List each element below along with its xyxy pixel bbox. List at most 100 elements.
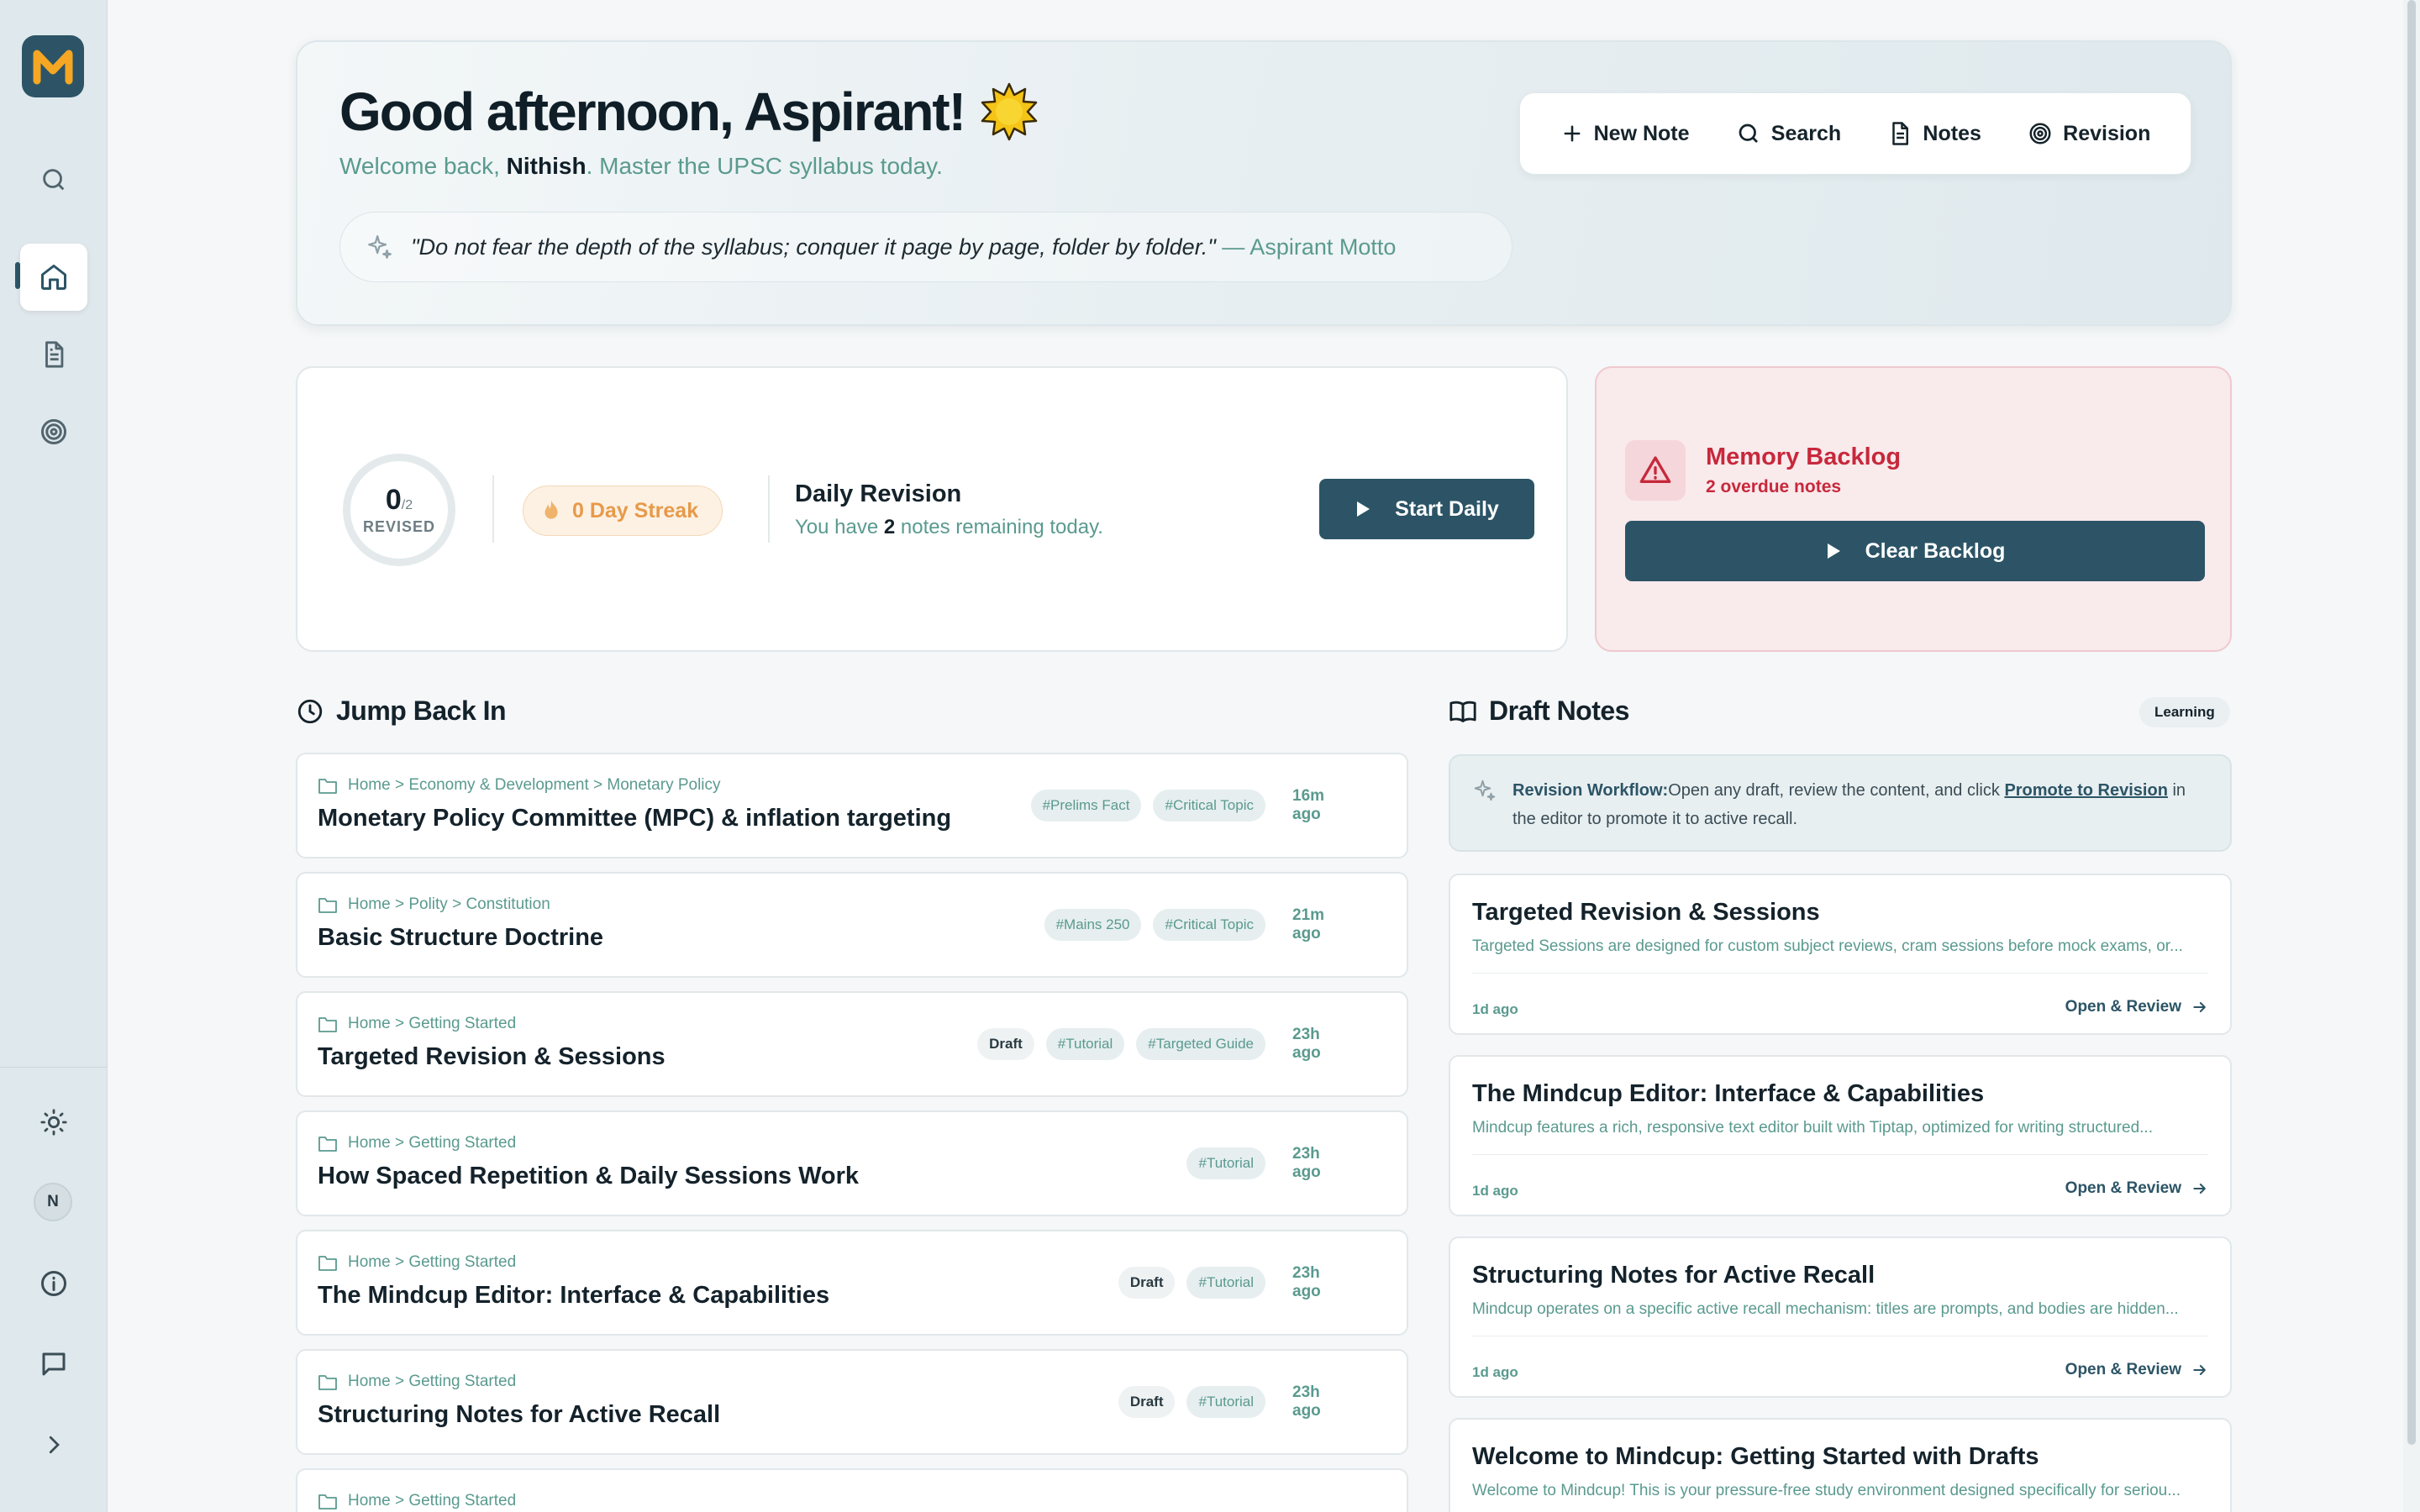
recent-note-row[interactable]: Home > Getting Started Structuring Notes… (296, 1349, 1408, 1455)
tag-chip[interactable]: #Tutorial (1186, 1147, 1265, 1179)
chat-icon (42, 1352, 66, 1376)
sidebar-revision-button[interactable] (20, 398, 87, 465)
tag-chip[interactable]: #Critical Topic (1153, 790, 1265, 822)
new-note-button[interactable]: New Note (1560, 122, 1690, 146)
breadcrumb: Home > Polity > Constitution (318, 895, 550, 914)
quote-attribution: — Aspirant Motto (1222, 234, 1397, 260)
breadcrumb-text: Home > Getting Started (348, 1134, 517, 1152)
tag-chip[interactable]: #Prelims Fact (1030, 790, 1142, 822)
chevron-right-icon (49, 1436, 60, 1454)
target-icon (41, 419, 66, 444)
draft-note-card[interactable]: Structuring Notes for Active Recall Mind… (1449, 1236, 2232, 1398)
user-avatar[interactable]: N (34, 1183, 72, 1221)
folder-icon (318, 1256, 337, 1271)
sun-icon (40, 1109, 67, 1136)
arrow-right-icon (2193, 1184, 2206, 1194)
folder-icon (318, 1494, 337, 1509)
breadcrumb: Home > Getting Started (318, 1134, 516, 1152)
quick-actions: New Note Search Notes Revision (1519, 92, 2191, 175)
expand-sidebar-button[interactable] (20, 1411, 87, 1478)
warning-icon (1639, 456, 1671, 483)
row-meta: Draft #Tutorial #Targeted Guide 23h ago (977, 993, 1351, 1095)
revision-button[interactable]: Revision (2028, 121, 2150, 146)
document-icon (1892, 122, 1909, 145)
page-scrollbar[interactable] (2403, 0, 2420, 1512)
clear-backlog-button[interactable]: Clear Backlog (1625, 521, 2205, 581)
draft-badge: Draft (1118, 1386, 1176, 1418)
note-title: How Spaced Repetition & Daily Sessions W… (318, 1163, 860, 1189)
open-review-button[interactable]: Open & Review (2065, 1179, 2208, 1198)
draft-notes-title: Draft Notes (1489, 696, 1629, 726)
time-ago: 23h ago (1292, 1145, 1321, 1181)
document-icon (45, 341, 64, 368)
revised-count: 0/2 (386, 484, 413, 517)
breadcrumb: Home > Getting Started (318, 1253, 516, 1272)
draft-excerpt: Targeted Sessions are designed for custo… (1472, 937, 2183, 955)
divider (492, 475, 494, 543)
divider (768, 475, 770, 543)
draft-badge: Draft (977, 1028, 1034, 1060)
feedback-button[interactable] (20, 1331, 87, 1398)
motto-quote: "Do not fear the depth of the syllabus; … (339, 212, 1512, 282)
tag-chip[interactable]: #Tutorial (1045, 1028, 1125, 1060)
sub-suffix: notes remaining today. (895, 516, 1103, 538)
tag-chip[interactable]: #Tutorial (1186, 1386, 1265, 1418)
tag-chip[interactable]: #Mains 250 (1044, 909, 1142, 941)
sidebar-notes-button[interactable] (20, 321, 87, 388)
play-icon (1357, 501, 1370, 517)
theme-toggle-button[interactable] (20, 1089, 87, 1156)
draft-note-card[interactable]: The Mindcup Editor: Interface & Capabili… (1449, 1055, 2232, 1216)
plus-icon (1564, 125, 1581, 142)
tag-chip[interactable]: #Critical Topic (1153, 909, 1265, 941)
sidebar-home-button[interactable] (20, 244, 87, 311)
promote-to-revision-link[interactable]: Promote to Revision (2004, 781, 2167, 800)
recent-note-row[interactable]: Home > Getting Started (296, 1468, 1408, 1512)
streak-badge: 0 Day Streak (523, 486, 723, 536)
remaining-count: 2 (883, 516, 896, 538)
daily-revision-card: 0/2 REVISED 0 Day Streak Daily Revision … (296, 366, 1568, 652)
breadcrumb-text: Home > Getting Started (348, 1015, 517, 1032)
jump-back-heading: Jump Back In (296, 696, 507, 727)
recent-note-row[interactable]: Home > Getting Started Targeted Revision… (296, 991, 1408, 1097)
note-title: Targeted Revision & Sessions (318, 1043, 666, 1070)
time-ago: 23h ago (1292, 1264, 1321, 1300)
scrollbar-thumb[interactable] (2407, 0, 2416, 1445)
app-logo[interactable] (22, 35, 84, 97)
tag-chip[interactable]: #Tutorial (1186, 1267, 1265, 1299)
draft-title: Structuring Notes for Active Recall (1472, 1262, 1876, 1289)
folder-icon (318, 1017, 337, 1032)
info-button[interactable] (20, 1250, 87, 1317)
daily-revision-subtitle: You have 2 notes remaining today. (795, 516, 1103, 539)
draft-note-card[interactable]: Welcome to Mindcup: Getting Started with… (1449, 1418, 2232, 1512)
breadcrumb-text: Home > Getting Started (348, 1373, 517, 1390)
draft-note-card[interactable]: Targeted Revision & Sessions Targeted Se… (1449, 874, 2232, 1035)
revised-progress-ring: 0/2 REVISED (343, 454, 455, 566)
sub-prefix: You have (795, 516, 884, 538)
draft-excerpt: Mindcup operates on a specific active re… (1472, 1300, 2179, 1318)
row-meta: #Tutorial 23h ago (1186, 1112, 1351, 1215)
daily-revision-title: Daily Revision (795, 480, 962, 507)
welcome-message: Welcome back, Nithish. Master the UPSC s… (339, 153, 943, 180)
note-title: Monetary Policy Committee (MPC) & inflat… (318, 805, 952, 832)
recent-note-row[interactable]: Home > Polity > Constitution Basic Struc… (296, 872, 1408, 978)
open-review-button[interactable]: Open & Review (2065, 998, 2208, 1016)
open-review-label: Open & Review (2065, 1179, 2181, 1197)
breadcrumb: Home > Economy & Development > Monetary … (318, 776, 721, 795)
sparkle-icon (1474, 780, 1496, 801)
draft-notes-heading: Draft Notes (1449, 696, 1629, 727)
recent-note-row[interactable]: Home > Getting Started The Mindcup Edito… (296, 1230, 1408, 1336)
start-daily-button[interactable]: Start Daily (1319, 479, 1534, 539)
sparkle-icon (368, 235, 392, 259)
recent-note-row[interactable]: Home > Economy & Development > Monetary … (296, 753, 1408, 858)
tag-chip[interactable]: #Targeted Guide (1136, 1028, 1265, 1060)
breadcrumb-text: Home > Polity > Constitution (348, 895, 550, 913)
notes-button[interactable]: Notes (1887, 121, 1981, 146)
sidebar-search-button[interactable] (20, 146, 87, 213)
search-button[interactable]: Search (1736, 121, 1841, 146)
flame-icon (544, 500, 558, 519)
open-review-label: Open & Review (2065, 998, 2181, 1016)
notes-label: Notes (1923, 121, 1981, 145)
folder-icon (318, 1137, 337, 1152)
open-review-button[interactable]: Open & Review (2065, 1361, 2208, 1379)
recent-note-row[interactable]: Home > Getting Started How Spaced Repeti… (296, 1110, 1408, 1216)
